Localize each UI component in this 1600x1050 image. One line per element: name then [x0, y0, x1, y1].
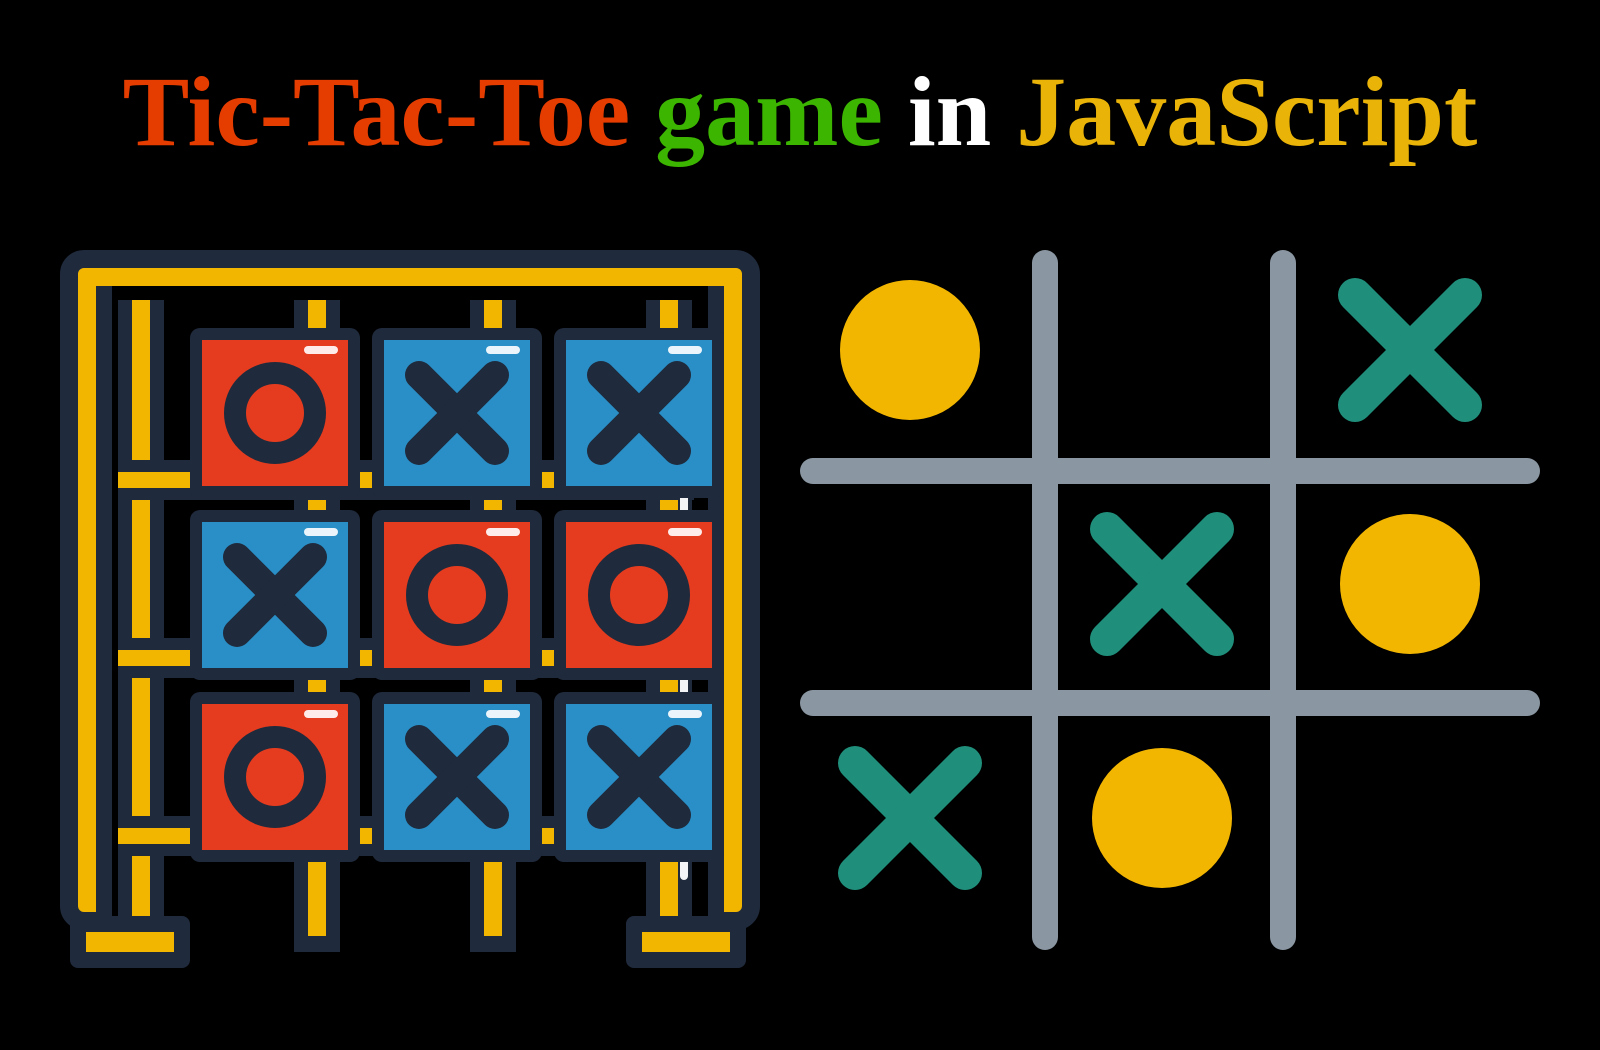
x-mark-icon	[579, 717, 699, 837]
x-mark-icon	[215, 535, 335, 655]
title-word-4: JavaScript	[1016, 56, 1477, 167]
tile-0-2[interactable]	[554, 328, 724, 498]
o-mark-icon	[579, 535, 699, 655]
x-mark-icon	[1077, 499, 1247, 669]
cell-1-2[interactable]	[1300, 484, 1520, 684]
o-mark-icon	[1077, 733, 1247, 903]
board-foot	[70, 916, 190, 968]
x-mark-icon	[397, 717, 517, 837]
tile-2-1[interactable]	[372, 692, 542, 862]
cell-2-2[interactable]	[1300, 718, 1520, 918]
o-mark-icon	[215, 717, 335, 837]
grid-line	[1270, 250, 1296, 950]
cell-0-0[interactable]	[800, 250, 1020, 450]
x-mark-icon	[397, 353, 517, 473]
tile-1-1[interactable]	[372, 510, 542, 680]
title-word-2: game	[655, 56, 883, 167]
cell-0-2[interactable]	[1300, 250, 1520, 450]
cell-1-0[interactable]	[800, 484, 1020, 684]
cell-0-1[interactable]	[1052, 250, 1272, 450]
tile-1-2[interactable]	[554, 510, 724, 680]
tile-grid	[190, 328, 724, 862]
page-title: Tic-Tac-Toe game in JavaScript	[0, 54, 1600, 169]
left-tic-tac-toe-board	[60, 250, 760, 950]
tile-2-2[interactable]	[554, 692, 724, 862]
cell-2-1[interactable]	[1052, 718, 1272, 918]
x-mark-icon	[1325, 265, 1495, 435]
o-mark-icon	[215, 353, 335, 473]
right-tic-tac-toe-board	[800, 250, 1540, 950]
grid-line	[800, 458, 1540, 484]
o-mark-icon	[397, 535, 517, 655]
tile-0-1[interactable]	[372, 328, 542, 498]
title-word-3: in	[908, 56, 991, 167]
x-mark-icon	[825, 733, 995, 903]
x-mark-icon	[579, 353, 699, 473]
tile-1-0[interactable]	[190, 510, 360, 680]
o-mark-icon	[1325, 499, 1495, 669]
tile-2-0[interactable]	[190, 692, 360, 862]
board-foot	[626, 916, 746, 968]
tile-0-0[interactable]	[190, 328, 360, 498]
cell-2-0[interactable]	[800, 718, 1020, 918]
title-word-1: Tic-Tac-Toe	[123, 56, 630, 167]
cell-1-1[interactable]	[1052, 484, 1272, 684]
grid-line	[800, 690, 1540, 716]
o-mark-icon	[825, 265, 995, 435]
